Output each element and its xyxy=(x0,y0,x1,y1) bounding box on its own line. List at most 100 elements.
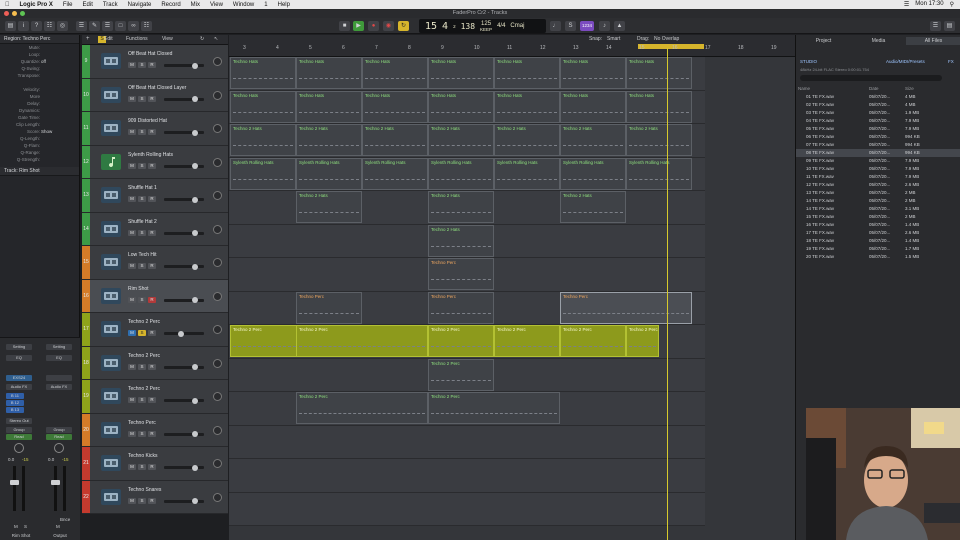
inspector-row[interactable]: Transpose: xyxy=(0,72,79,79)
inspector-param-value[interactable] xyxy=(41,107,75,114)
midi-region[interactable]: Techno 2 Perc xyxy=(296,325,428,357)
volume-knob[interactable] xyxy=(192,129,198,136)
solo-button[interactable]: S xyxy=(138,397,146,403)
inspector-row[interactable]: Clip Length: xyxy=(0,121,79,128)
track-lane[interactable]: Techno 2 Hats xyxy=(229,224,705,258)
track-lane[interactable]: Techno 2 Hats Techno 2 Hats Techno 2 Hats T… xyxy=(229,124,705,158)
midi-region[interactable]: Techno 2 Perc xyxy=(428,325,494,357)
pan-knob[interactable] xyxy=(213,358,222,368)
bar-ruler[interactable]: Snap: Smart Drag: No Overlap 3 4 5 6 7 8 9 10 11… xyxy=(229,35,795,57)
midi-region[interactable]: Techno Hats xyxy=(494,90,560,123)
file-row[interactable]: 19 TE FX.wav 05/07/20... 1.7 MB xyxy=(796,245,960,253)
file-row[interactable]: 05 TE FX.wav 05/07/20... 7.9 MB xyxy=(796,125,960,133)
file-row[interactable]: 01 TE FX.wav 05/07/20... 4 MB xyxy=(796,93,960,101)
midi-region[interactable]: Techno Hats xyxy=(362,57,428,89)
tracks-area[interactable]: Techno Hats Techno Hats Techno Hats Techno … xyxy=(229,57,795,540)
solo-button[interactable]: S xyxy=(138,430,146,437)
track-lane[interactable] xyxy=(229,459,705,493)
track-header[interactable]: 12 Sylenth Rolling Hats M S R xyxy=(82,145,228,179)
record-enable-button[interactable]: R xyxy=(148,397,156,403)
file-row[interactable]: 16 TE FX.wav 05/07/20... 1.4 MB xyxy=(796,221,960,229)
file-row[interactable]: 20 TE FX.wav 05/07/20... 1.5 MB xyxy=(796,253,960,261)
track-volume-slider[interactable] xyxy=(164,129,204,136)
pan-knob[interactable] xyxy=(213,258,222,267)
menu-1[interactable]: 1 xyxy=(259,2,272,8)
strip-output[interactable]: Stereo Out xyxy=(6,418,32,424)
search-icon[interactable]: ⚲ xyxy=(950,1,954,8)
track-header[interactable]: 9 Off Beat Hat Closed M S R xyxy=(82,45,228,79)
solo-button[interactable]: S xyxy=(138,263,146,269)
mute-button[interactable]: M xyxy=(128,229,136,236)
list-view-icon[interactable]: ☰ xyxy=(930,21,941,31)
midi-region[interactable]: Techno 2 Hats xyxy=(428,191,494,223)
inspector-row[interactable]: Gate Time: xyxy=(0,114,79,121)
pan-knob[interactable] xyxy=(213,392,222,401)
inspector-row[interactable]: Q-Strength: xyxy=(0,156,79,163)
inspector-param-value[interactable] xyxy=(41,156,75,163)
stop-button[interactable]: ■ xyxy=(339,21,350,31)
track-volume-slider[interactable] xyxy=(164,230,204,236)
solo-button[interactable]: S xyxy=(138,129,146,135)
drum-machine-icon[interactable] xyxy=(101,120,121,136)
track-header[interactable]: 14 Shuffle Hat 2 MSR xyxy=(82,212,228,246)
file-row[interactable]: 06 TE FX.wav 05/07/20... 994 KB xyxy=(796,133,960,141)
strip-fader-track[interactable] xyxy=(13,466,16,511)
list-editors-icon[interactable]: ☰ xyxy=(102,21,113,31)
menu-window[interactable]: Window xyxy=(228,2,259,8)
track-lane[interactable] xyxy=(229,492,705,526)
strip-audio-fx[interactable]: Audio FX xyxy=(6,384,32,390)
record-enable-button[interactable]: R xyxy=(148,129,156,135)
solo-button[interactable]: S xyxy=(138,464,146,470)
track-name[interactable]: Off Beat Hat Closed xyxy=(128,51,172,57)
drum-machine-icon[interactable] xyxy=(101,187,121,203)
midi-region[interactable]: Techno 2 Hats xyxy=(560,191,626,223)
pan-knob[interactable] xyxy=(213,191,222,200)
midi-region[interactable]: Sylenth Rolling Hats xyxy=(362,157,428,190)
wifi-icon[interactable]: ☰ xyxy=(904,1,909,8)
track-header[interactable]: 20 Techno Perc M S R xyxy=(82,413,228,447)
loops-icon[interactable]: ∞ xyxy=(128,21,139,31)
midi-region[interactable]: Sylenth Rolling Hats xyxy=(626,157,692,190)
mute-button[interactable]: M xyxy=(128,263,136,269)
play-button[interactable]: ▶ xyxy=(353,21,364,31)
close-window-icon[interactable] xyxy=(4,11,9,16)
midi-region[interactable]: Techno 2 Perc xyxy=(428,392,560,424)
path-end[interactable]: FX xyxy=(948,59,954,64)
inspector-row[interactable]: Score: Show xyxy=(0,128,79,135)
inspector-param-value[interactable]: Show xyxy=(41,128,75,135)
track-lane[interactable]: Techno Hats Techno Hats Techno Hats Techno … xyxy=(229,90,705,124)
midi-region[interactable]: Techno Perc xyxy=(428,291,494,324)
menu-record[interactable]: Record xyxy=(156,2,185,8)
tab-project[interactable]: Project xyxy=(796,37,851,45)
midi-region[interactable]: Techno Hats xyxy=(428,57,494,89)
strip-pan-knob[interactable] xyxy=(14,443,24,453)
zoom-window-icon[interactable] xyxy=(20,11,25,16)
cycle-region[interactable] xyxy=(638,44,704,49)
col-size[interactable]: Size xyxy=(905,85,914,93)
drum-machine-icon[interactable] xyxy=(101,86,121,103)
inspector-row[interactable]: Delay: xyxy=(0,100,79,107)
strip-group-output[interactable]: Group xyxy=(46,427,72,433)
inspector-param-value[interactable] xyxy=(41,114,75,121)
file-row[interactable]: 07 TE FX.wav 05/07/20... 994 KB xyxy=(796,141,960,149)
path-folder[interactable]: Audio/MIDI/Presets xyxy=(886,59,925,64)
solo-button[interactable]: S xyxy=(138,196,146,202)
mute-button[interactable]: M xyxy=(128,296,136,303)
file-row[interactable]: 03 TE FX.wav 05/07/20... 1.9 MB xyxy=(796,109,960,117)
mute-button[interactable]: M xyxy=(128,397,136,403)
drum-machine-icon[interactable] xyxy=(101,287,121,304)
track-lane[interactable]: Techno Perc Techno Perc Techno Perc xyxy=(229,291,705,325)
track-header[interactable]: 13 Shuffle Hat 1 MSR xyxy=(82,179,228,213)
track-inspector-header[interactable]: Track: Rim Shot xyxy=(0,167,79,176)
volume-knob[interactable] xyxy=(192,163,198,169)
drum-machine-icon[interactable] xyxy=(101,254,121,270)
midi-region[interactable]: Techno 2 Hats xyxy=(560,124,626,156)
track-lane[interactable]: Techno 2 Hats Techno 2 Hats Techno 2 Hats xyxy=(229,191,705,225)
file-row[interactable]: 15 TE FX.wav 05/07/20... 2 MB xyxy=(796,213,960,221)
smart-controls-icon[interactable]: ◎ xyxy=(57,21,68,31)
inspector-param-value[interactable] xyxy=(41,79,75,86)
midi-region[interactable]: Sylenth Rolling Hats xyxy=(296,157,362,190)
volume-knob[interactable] xyxy=(192,196,198,203)
inspector-row[interactable] xyxy=(0,79,79,86)
mute-button[interactable]: M xyxy=(128,196,136,202)
